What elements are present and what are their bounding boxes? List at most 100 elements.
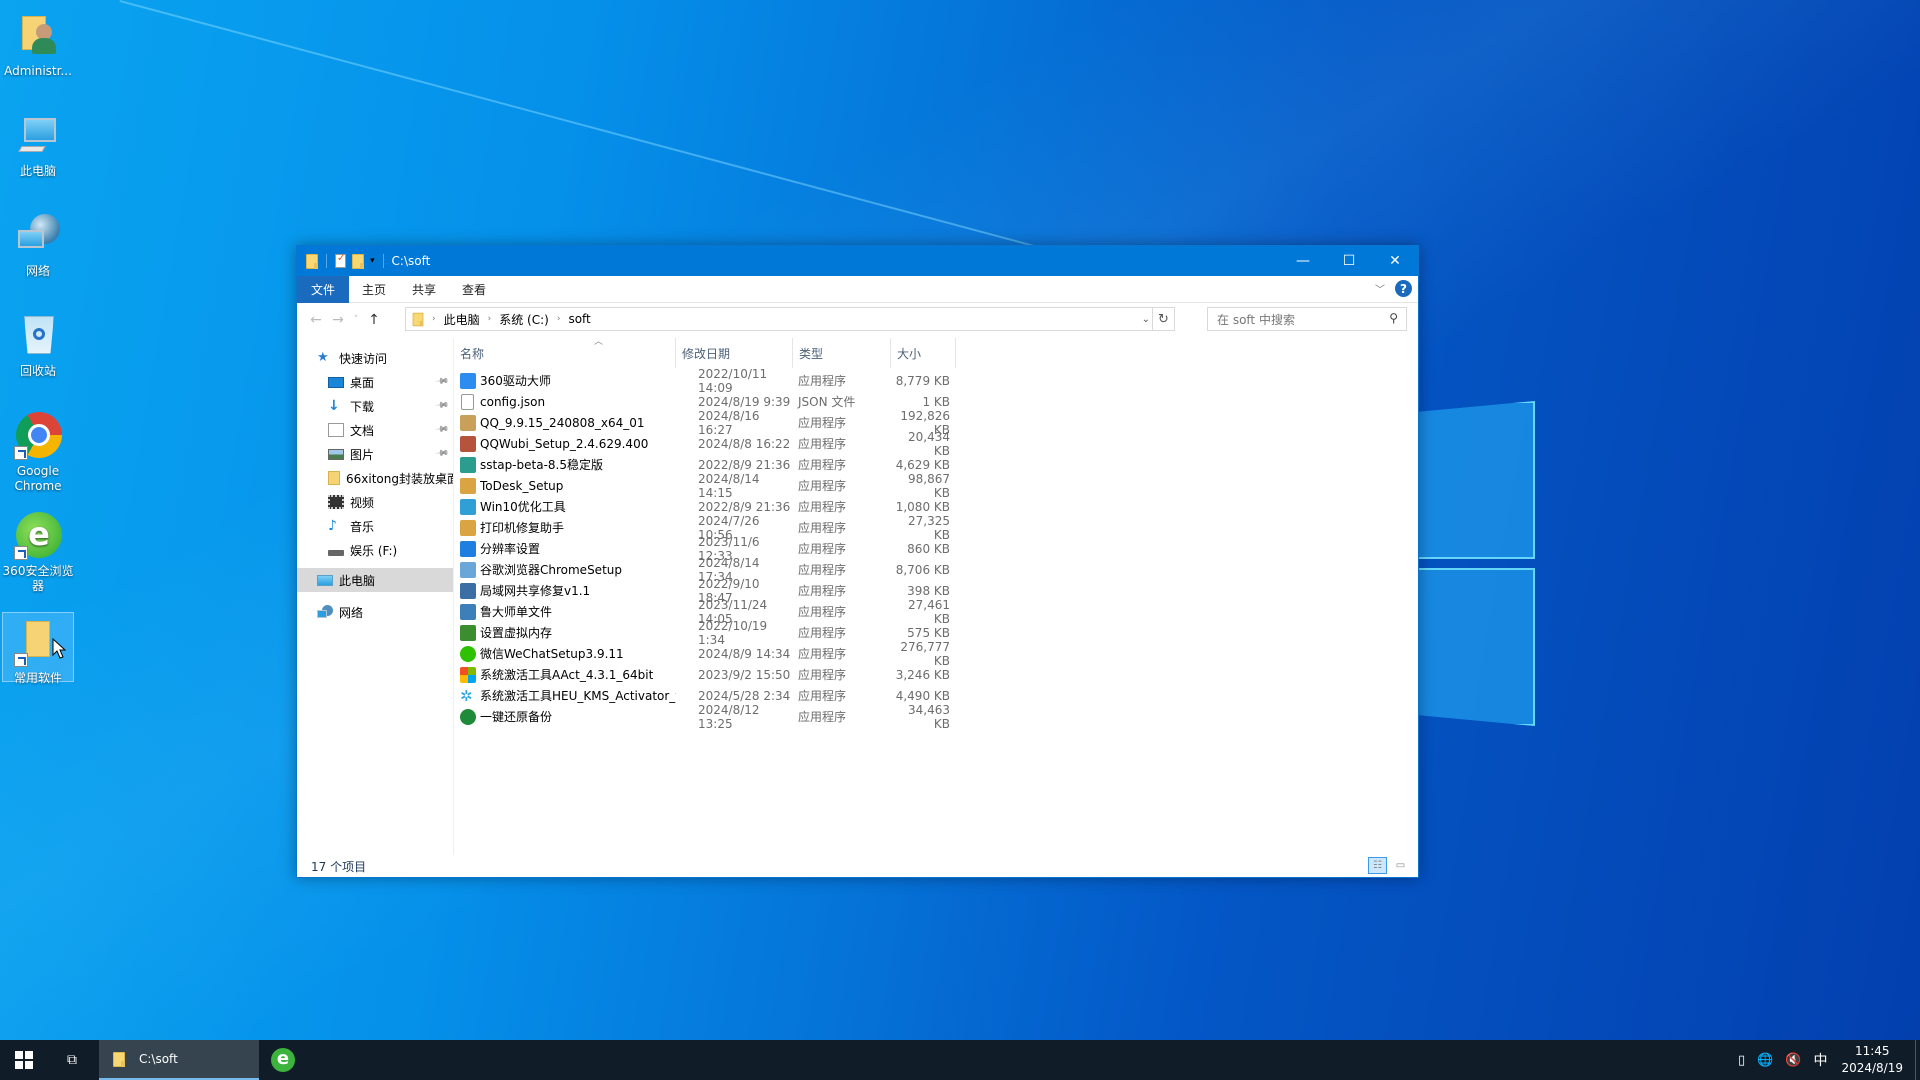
shortcut-arrow-icon bbox=[14, 653, 28, 667]
desktop-icon-recycle-bin[interactable]: 回收站 bbox=[2, 306, 74, 379]
file-type: 应用程序 bbox=[798, 563, 847, 577]
file-name: Win10优化工具 bbox=[480, 500, 566, 514]
file-row[interactable]: QQWubi_Setup_2.4.629.400 2024/8/8 16:22 应用… bbox=[454, 430, 956, 458]
file-name: QQWubi_Setup_2.4.629.400 bbox=[480, 436, 649, 451]
nav-label: 下载 bbox=[350, 399, 375, 414]
file-row[interactable]: QQ_9.9.15_240808_x64_01 2024/8/16 16:27 应用… bbox=[454, 409, 956, 437]
usb-device-icon[interactable]: ▯ bbox=[1738, 1053, 1745, 1068]
properties-icon[interactable] bbox=[335, 253, 346, 268]
column-header-type[interactable]: 类型 bbox=[793, 338, 891, 368]
column-header-date[interactable]: 修改日期 bbox=[676, 338, 793, 368]
up-button[interactable]: ↑ bbox=[363, 312, 385, 328]
details-view-button[interactable]: ☷ bbox=[1368, 857, 1387, 874]
tab-file[interactable]: 文件 bbox=[297, 275, 350, 303]
tab-share[interactable]: 共享 bbox=[399, 276, 449, 303]
file-row[interactable]: 微信WeChatSetup3.9.11 2024/8/9 14:34 应用程序 276… bbox=[454, 640, 956, 668]
desktop-icon-administrator[interactable]: Administr... bbox=[2, 6, 74, 79]
nav-quick-access[interactable]: ★ 快速访问 bbox=[297, 346, 453, 370]
folder-icon bbox=[306, 253, 318, 269]
maximize-button[interactable]: ☐ bbox=[1326, 246, 1372, 276]
column-label: 类型 bbox=[799, 346, 824, 361]
pin-icon[interactable]: 📌 bbox=[434, 399, 449, 414]
file-type: 应用程序 bbox=[798, 605, 847, 619]
breadcrumb-this-pc[interactable]: 此电脑 bbox=[444, 311, 480, 328]
ime-indicator[interactable]: 中 bbox=[1813, 1050, 1827, 1070]
search-input[interactable]: 在 soft 中搜索 ⚲ bbox=[1207, 307, 1407, 331]
file-date: 2024/8/16 16:27 bbox=[698, 408, 760, 437]
nav-item[interactable]: 图片 📌 bbox=[297, 442, 453, 466]
file-row[interactable]: 系统激活工具AAct_4.3.1_64bit 2023/9/2 15:50 应用程序… bbox=[454, 664, 956, 685]
sort-ascending-icon: ︿ bbox=[594, 337, 604, 347]
show-desktop-button[interactable] bbox=[1915, 1040, 1920, 1080]
desktop-icon-this-pc[interactable]: 此电脑 bbox=[2, 106, 74, 179]
file-type: 应用程序 bbox=[798, 458, 847, 472]
recent-locations-dropdown[interactable]: ˅ bbox=[349, 315, 363, 325]
forward-button[interactable]: → bbox=[327, 312, 349, 328]
nav-network[interactable]: 网络 bbox=[297, 600, 453, 624]
nav-item[interactable]: ↓ 下载 📌 bbox=[297, 394, 453, 418]
desktop-icon-360-browser[interactable]: e 360安全浏览器 bbox=[2, 506, 74, 594]
desktop-icon-network[interactable]: 网络 bbox=[2, 206, 74, 279]
nav-item[interactable]: 视频 bbox=[297, 490, 453, 514]
file-row[interactable]: ToDesk_Setup 2024/8/14 14:15 应用程序 98,867 KB bbox=[454, 472, 956, 500]
column-header-name[interactable]: ︿ 名称 bbox=[454, 337, 676, 368]
pin-icon[interactable]: 📌 bbox=[434, 447, 449, 462]
windows-logo-icon bbox=[460, 666, 476, 683]
file-name-cell: 分辨率设置 bbox=[454, 540, 676, 557]
refresh-button[interactable]: ↻ bbox=[1152, 308, 1174, 330]
customize-toolbar-dropdown-icon[interactable]: ▾ bbox=[370, 256, 375, 266]
large-icons-view-button[interactable]: ▭ bbox=[1391, 857, 1410, 874]
360-browser-icon: e bbox=[271, 1048, 295, 1072]
file-name-cell: QQ_9.9.15_240808_x64_01 bbox=[454, 414, 676, 431]
start-button[interactable] bbox=[0, 1040, 48, 1080]
close-button[interactable]: ✕ bbox=[1372, 246, 1418, 276]
task-view-button[interactable]: ⧉ bbox=[48, 1040, 96, 1080]
volume-muted-icon[interactable]: 🔇 bbox=[1785, 1053, 1801, 1068]
expand-ribbon-chevron-icon[interactable]: ﹀ bbox=[1375, 281, 1385, 296]
file-type: 应用程序 bbox=[798, 479, 847, 493]
address-bar[interactable]: › 此电脑 › 系统 (C:) › soft ⌄ ↻ bbox=[405, 307, 1175, 331]
breadcrumb-separator-icon[interactable]: › bbox=[488, 314, 492, 324]
address-history-dropdown-icon[interactable]: ⌄ bbox=[1142, 314, 1150, 325]
network-status-icon[interactable]: 🌐 bbox=[1757, 1053, 1773, 1068]
desktop-icon-label: 此电脑 bbox=[19, 164, 56, 178]
navigation-bar: ← → ˅ ↑ › 此电脑 › 系统 (C:) › soft ⌄ ↻ 在 sof… bbox=[297, 303, 1418, 337]
file-icon bbox=[461, 393, 474, 410]
new-folder-icon[interactable] bbox=[352, 253, 364, 269]
file-row[interactable]: 360驱动大师 2022/10/11 14:09 应用程序 8,779 KB bbox=[454, 367, 956, 395]
taskbar-app-explorer[interactable]: C:\soft bbox=[99, 1040, 259, 1080]
title-bar[interactable]: ▾ C:\soft — ☐ ✕ bbox=[297, 246, 1418, 276]
breadcrumb-soft[interactable]: soft bbox=[568, 312, 590, 326]
breadcrumb-separator-icon[interactable]: › bbox=[432, 314, 436, 324]
file-list: ︿ 名称 修改日期 类型 大小 360驱动大师 2022/10/11 14:09 应… bbox=[454, 337, 1418, 855]
column-header-size[interactable]: 大小 bbox=[891, 338, 956, 368]
desktop-icon-google-chrome[interactable]: Google Chrome bbox=[2, 406, 74, 494]
taskbar-app-360-browser[interactable]: e bbox=[259, 1040, 307, 1080]
pin-icon[interactable]: 📌 bbox=[434, 375, 449, 390]
breadcrumb-system-c[interactable]: 系统 (C:) bbox=[499, 311, 549, 328]
search-icon[interactable]: ⚲ bbox=[1389, 311, 1398, 325]
nav-label: 文档 bbox=[350, 423, 375, 438]
nav-item[interactable]: 桌面 📌 bbox=[297, 370, 453, 394]
file-row[interactable]: 设置虚拟内存 2022/10/19 1:34 应用程序 575 KB bbox=[454, 619, 956, 647]
nav-item[interactable]: 66xitong封装放桌面 bbox=[297, 466, 453, 490]
file-row[interactable]: 一键还原备份 2024/8/12 13:25 应用程序 34,463 KB bbox=[454, 703, 956, 731]
taskbar-app-label: C:\soft bbox=[139, 1052, 178, 1066]
nav-this-pc[interactable]: 此电脑 bbox=[297, 568, 453, 592]
drive-icon bbox=[328, 550, 344, 556]
desktop-icon-label: 回收站 bbox=[19, 364, 56, 378]
installer-box-icon bbox=[460, 477, 476, 494]
back-button[interactable]: ← bbox=[305, 312, 327, 328]
nav-item[interactable]: ♪ 音乐 bbox=[297, 514, 453, 538]
breadcrumb-separator-icon[interactable]: › bbox=[557, 314, 561, 324]
file-size: 575 KB bbox=[907, 625, 950, 640]
clock[interactable]: 11:45 2024/8/19 bbox=[1841, 1043, 1903, 1077]
tab-home[interactable]: 主页 bbox=[349, 276, 399, 303]
tab-view[interactable]: 查看 bbox=[449, 276, 499, 303]
pin-icon[interactable]: 📌 bbox=[434, 423, 449, 438]
minimize-button[interactable]: — bbox=[1280, 246, 1326, 276]
nav-item[interactable]: 文档 📌 bbox=[297, 418, 453, 442]
wechat-icon bbox=[460, 645, 476, 662]
nav-item[interactable]: 娱乐 (F:) bbox=[297, 538, 453, 562]
help-icon[interactable]: ? bbox=[1395, 280, 1412, 297]
